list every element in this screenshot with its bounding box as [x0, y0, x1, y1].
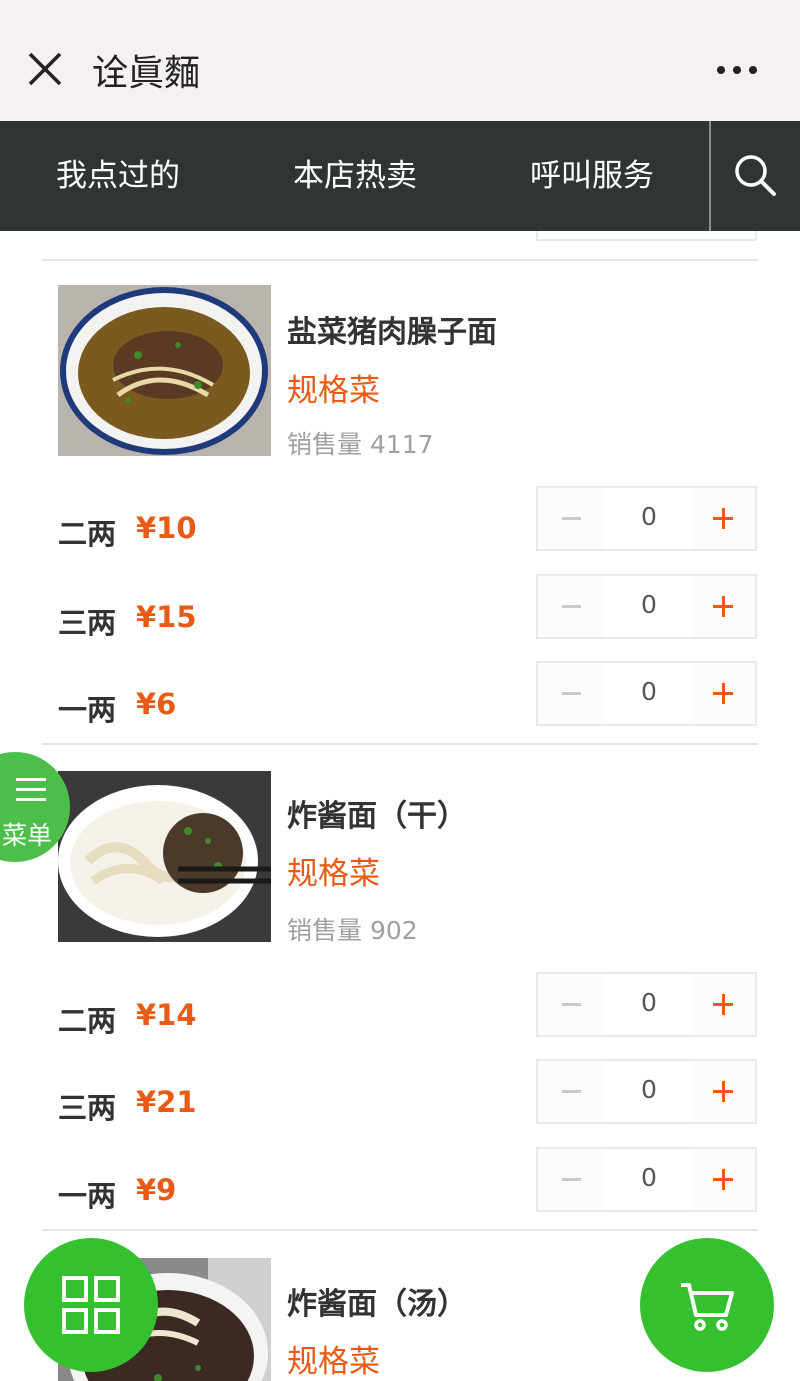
quantity-value: 0 — [641, 1075, 657, 1104]
cart-button[interactable] — [640, 1238, 774, 1372]
dish-image[interactable] — [58, 771, 271, 942]
quantity-value: 0 — [641, 1163, 657, 1192]
spec-name: 一两 — [58, 1179, 117, 1213]
sales-label: 销售量 — [287, 430, 363, 459]
quantity-stepper: 0 — [536, 972, 757, 1037]
page-title: 诠眞麵 — [92, 53, 201, 94]
divider — [42, 743, 758, 745]
spec-price: ¥9 — [136, 1173, 177, 1207]
dish-name: 炸酱面（干） — [287, 799, 467, 834]
minus-button[interactable] — [538, 663, 604, 724]
dish-tag: 规格菜 — [287, 856, 380, 892]
close-icon — [28, 52, 62, 86]
quantity-stepper: 0 — [536, 1147, 757, 1212]
quantity-value: 0 — [641, 988, 657, 1017]
tab-ordered-before[interactable]: 我点过的 — [8, 121, 228, 231]
minus-button[interactable] — [538, 1149, 604, 1210]
quantity-stepper: 0 — [536, 661, 757, 726]
cart-icon — [681, 1283, 734, 1331]
nav-divider — [709, 121, 711, 231]
spec-name: 一两 — [58, 693, 117, 727]
menu-lines-icon — [16, 778, 46, 801]
spec-name: 二两 — [58, 1004, 117, 1038]
dish-tag: 规格菜 — [287, 1344, 380, 1380]
quantity-value: 0 — [641, 677, 657, 706]
quantity-value: 0 — [641, 502, 657, 531]
spec-name: 三两 — [58, 1091, 117, 1125]
spec-price: ¥21 — [136, 1085, 197, 1119]
grid-icon — [62, 1276, 120, 1334]
plus-button[interactable] — [692, 974, 755, 1035]
spec-price: ¥6 — [136, 687, 177, 721]
plus-button[interactable] — [692, 1061, 755, 1122]
search-button[interactable] — [730, 150, 780, 200]
close-button[interactable] — [26, 50, 64, 88]
spec-price: ¥15 — [136, 600, 197, 634]
minus-button[interactable] — [538, 576, 604, 637]
quantity-value: 0 — [641, 590, 657, 619]
dish-name: 盐菜猪肉臊子面 — [287, 315, 497, 350]
quantity-stepper: 0 — [536, 574, 757, 639]
spec-price: ¥10 — [136, 511, 197, 545]
sales-label: 销售量 — [287, 916, 363, 945]
dish-image[interactable] — [58, 285, 271, 456]
quantity-stepper: 0 — [536, 1059, 757, 1124]
more-button[interactable] — [716, 62, 760, 76]
spec-name: 二两 — [58, 517, 117, 551]
spec-name: 三两 — [58, 606, 117, 640]
dish-list[interactable]: 盐菜猪肉臊子面 规格菜 销售量 4117 二两 ¥10 0 三两 ¥15 0 一… — [0, 231, 800, 1381]
dish-sales: 销售量 902 — [287, 911, 418, 947]
divider — [42, 1229, 758, 1231]
plus-button[interactable] — [692, 663, 755, 724]
dish-tag: 规格菜 — [287, 373, 380, 409]
plus-button[interactable] — [692, 488, 755, 549]
quantity-stepper: 0 — [536, 486, 757, 551]
minus-button[interactable] — [538, 488, 604, 549]
category-grid-button[interactable] — [24, 1238, 158, 1372]
search-icon — [735, 155, 776, 196]
plus-button[interactable] — [692, 576, 755, 637]
noodle-bowl-photo — [58, 285, 271, 456]
plus-button[interactable] — [692, 1149, 755, 1210]
side-menu-label: 菜单 — [2, 821, 53, 850]
sales-count: 4117 — [369, 430, 434, 459]
noodle-bowl-photo — [58, 771, 271, 942]
minus-button[interactable] — [538, 1061, 604, 1122]
more-icon — [717, 66, 757, 74]
spec-price: ¥14 — [136, 998, 197, 1032]
tab-call-service[interactable]: 呼叫服务 — [482, 121, 702, 231]
dish-sales: 销售量 4117 — [287, 425, 434, 461]
title-bar: 诠眞麵 — [0, 0, 800, 121]
sales-count: 902 — [369, 916, 418, 945]
dish-name: 炸酱面（汤） — [287, 1287, 467, 1322]
divider — [42, 259, 758, 261]
previous-stepper-edge — [536, 231, 757, 241]
minus-button[interactable] — [538, 974, 604, 1035]
tab-hot-sellers[interactable]: 本店热卖 — [245, 121, 465, 231]
category-nav: 我点过的 本店热卖 呼叫服务 — [0, 121, 800, 231]
